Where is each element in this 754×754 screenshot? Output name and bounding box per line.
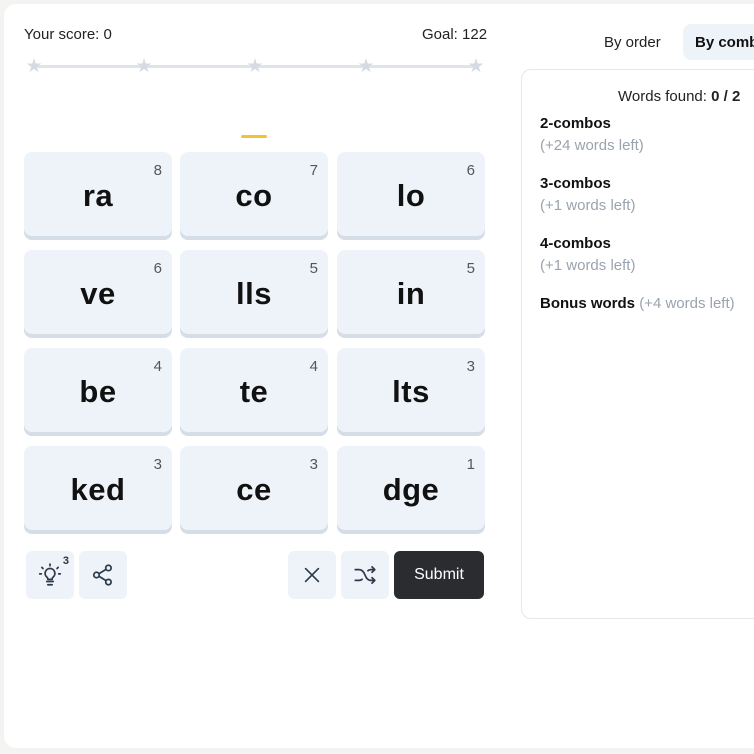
- tile-text: ra: [82, 178, 114, 213]
- hint-button[interactable]: 3: [26, 551, 74, 599]
- letter-tile[interactable]: lo 6: [337, 152, 485, 240]
- letter-tile[interactable]: be 4: [24, 348, 172, 436]
- tile-text: ce: [236, 472, 272, 507]
- tile-count: 3: [309, 456, 318, 473]
- letter-tile[interactable]: dge 1: [337, 446, 485, 534]
- words-found-counter: Words found: 0 / 2: [618, 88, 740, 105]
- tile-text: be: [79, 374, 117, 409]
- goal-label: Goal: 122: [422, 26, 488, 43]
- combo-group-title: 2-combos: [540, 115, 611, 132]
- share-button[interactable]: [79, 551, 127, 599]
- letter-tile[interactable]: ce 3: [180, 446, 328, 534]
- combo-group-title: 4-combos: [540, 235, 611, 252]
- star-icon: ★: [246, 55, 264, 77]
- combo-group-remaining: (+1 words left): [540, 257, 636, 274]
- bonus-words-title: Bonus words: [540, 295, 636, 312]
- shuffle-icon: [354, 566, 376, 584]
- letter-tile[interactable]: in 5: [337, 250, 485, 338]
- word-input-cursor: [241, 135, 267, 138]
- words-found-label: Words found:: [618, 88, 712, 105]
- tile-text: co: [235, 178, 273, 213]
- letter-tile[interactable]: te 4: [180, 348, 328, 436]
- tile-text: lo: [396, 178, 426, 213]
- tile-count: 6: [466, 162, 475, 179]
- hint-count-badge: 3: [62, 555, 69, 567]
- tab-by-order[interactable]: By order: [604, 24, 661, 60]
- tile-count: 3: [153, 456, 162, 473]
- letter-tile[interactable]: lts 3: [337, 348, 485, 436]
- submit-button[interactable]: Submit: [394, 551, 484, 599]
- letter-tile[interactable]: ve 6: [24, 250, 172, 338]
- letter-tile[interactable]: lls 5: [180, 250, 328, 338]
- bonus-words-remaining: (+4 words left): [639, 295, 735, 312]
- combo-group-remaining: (+1 words left): [540, 197, 636, 214]
- tile-text: in: [396, 276, 426, 311]
- combo-group-title: 3-combos: [540, 175, 611, 192]
- tile-text: lts: [392, 374, 430, 409]
- score-label: Your score: 0: [24, 26, 112, 43]
- tile-text: lls: [236, 276, 272, 311]
- tile-count: 4: [153, 358, 162, 375]
- clear-button[interactable]: [288, 551, 336, 599]
- tile-count: 8: [153, 162, 162, 179]
- letter-tile[interactable]: co 7: [180, 152, 328, 240]
- tile-count: 3: [466, 358, 475, 375]
- game-card: Your score: 0 Goal: 122 ★ ★ ★ ★ ★ ra 8 c…: [4, 4, 754, 748]
- tile-count: 1: [466, 456, 475, 473]
- letter-tile[interactable]: ra 8: [24, 152, 172, 240]
- tile-text: ve: [80, 276, 116, 311]
- star-icon: ★: [25, 55, 43, 77]
- shuffle-button[interactable]: [341, 551, 389, 599]
- star-icon: ★: [467, 55, 485, 77]
- star-icon: ★: [357, 55, 375, 77]
- tile-text: te: [239, 374, 269, 409]
- tile-text: ked: [70, 472, 126, 507]
- share-icon: [92, 564, 112, 586]
- tile-text: dge: [382, 472, 440, 507]
- star-icon: ★: [135, 55, 153, 77]
- tile-count: 7: [309, 162, 318, 179]
- tab-by-combo[interactable]: By comb: [683, 24, 754, 60]
- combo-group-remaining: (+24 words left): [540, 137, 644, 154]
- tile-count: 4: [309, 358, 318, 375]
- tile-count: 5: [466, 260, 475, 277]
- lightbulb-icon: [38, 563, 62, 586]
- letter-tile[interactable]: ked 3: [24, 446, 172, 534]
- words-found-panel: Words found: 0 / 2 2-combos (+24 words l…: [521, 69, 754, 619]
- words-found-value: 0 / 2: [711, 88, 741, 105]
- tile-count: 6: [153, 260, 162, 277]
- tile-count: 5: [309, 260, 318, 277]
- close-icon: [304, 567, 320, 583]
- bonus-words-row: Bonus words (+4 words left): [540, 295, 735, 312]
